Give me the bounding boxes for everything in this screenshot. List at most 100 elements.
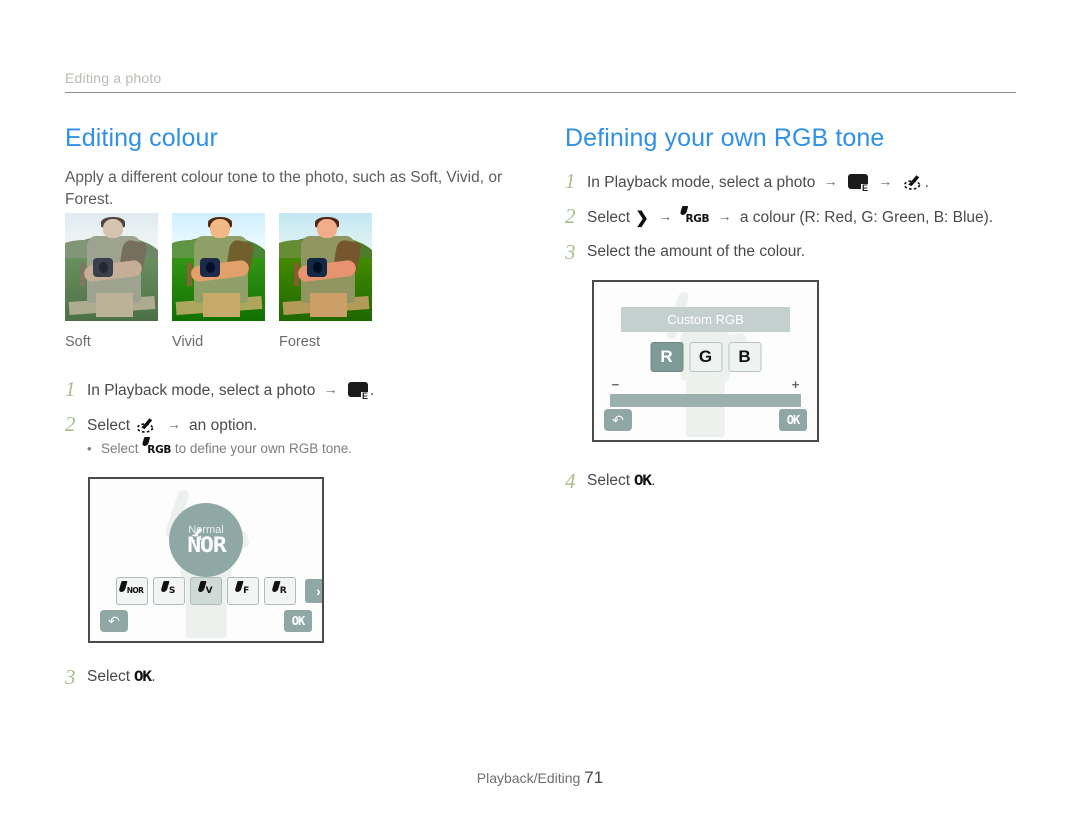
step-text: Select → an option. [87, 413, 257, 437]
step-item: 4 Select OK. [565, 470, 965, 492]
breadcrumb: Editing a photo [65, 70, 162, 86]
step-text-part: Select [587, 209, 631, 226]
ok-token-icon: OK [134, 669, 152, 685]
channel-button-b[interactable]: B [728, 342, 761, 373]
option-label: S [162, 586, 175, 596]
ok-token-icon: OK [634, 473, 652, 489]
document-page: Editing a photo Editing colour Apply a d… [0, 0, 1080, 815]
step-text-part: In Playback mode, select a photo [87, 382, 316, 399]
step-number: 2 [65, 412, 76, 436]
step-text-part: Select [87, 668, 131, 685]
step-text-part: In Playback mode, select a photo [587, 174, 816, 191]
edit-mode-icon [347, 382, 369, 401]
page-footer: Playback/Editing 71 [0, 768, 1080, 788]
slider-endpoints: − + [610, 377, 802, 394]
substep-item: • Select RGB to define your own RGB tone… [87, 439, 525, 460]
mode-badge-code: NOR [186, 533, 227, 558]
sample-photo-forest: Forest [279, 213, 372, 350]
option-button-r[interactable]: R [263, 577, 296, 606]
sample-photo-vivid: Vivid [172, 213, 265, 350]
edit-mode-icon [847, 174, 869, 193]
right-arrow-icon: → [878, 173, 893, 189]
step-text: In Playback mode, select a photo → . [87, 378, 374, 402]
minus-icon[interactable]: − [612, 377, 620, 392]
option-label: NOR [120, 586, 144, 596]
chevron-right-icon: ❯ [635, 210, 649, 227]
back-button[interactable]: ↶ [604, 409, 632, 431]
channel-button-r[interactable]: R [650, 342, 683, 373]
amount-slider[interactable]: − + [609, 377, 802, 407]
step-item: 1 In Playback mode, select a photo → . [65, 378, 525, 402]
step-text-part: Select [87, 417, 131, 434]
camera-screen-custom-rgb[interactable]: Custom RGB R G B − + ↶ OK [592, 280, 819, 442]
step-text-part: . [151, 668, 156, 685]
right-arrow-icon: → [658, 208, 673, 224]
step-item: 3 Select OK. [65, 666, 465, 688]
brush-palette-icon [903, 174, 923, 190]
step-text: Select OK. [587, 470, 656, 492]
option-button-f[interactable]: F [226, 577, 259, 606]
header-divider [65, 92, 1016, 93]
step-item: 2 Select → an option. [65, 413, 525, 437]
right-arrow-icon: → [166, 416, 181, 432]
photo-thumbnail [172, 213, 265, 321]
step-text-part: an option. [189, 417, 258, 434]
custom-rgb-title: Custom RGB [620, 307, 791, 333]
right-column: Defining your own RGB tone [565, 124, 1035, 167]
step-text: Select OK. [87, 666, 156, 688]
substep-text: Select RGB to define your own RGB tone. [101, 439, 352, 460]
plus-icon[interactable]: + [792, 377, 800, 392]
option-label: F [236, 586, 249, 596]
colour-option-row: NOR S V F R › [115, 577, 322, 606]
channel-button-g[interactable]: G [689, 342, 722, 373]
photo-thumbnail [65, 213, 158, 321]
option-button-s[interactable]: S [152, 577, 185, 606]
photo-caption: Soft [65, 334, 91, 350]
rgb-icon: RGB [680, 213, 709, 225]
step-number: 4 [565, 469, 576, 493]
step-number: 2 [565, 204, 576, 228]
next-page-arrow-button[interactable]: › [304, 579, 322, 604]
sample-photo-gallery: Soft Vivid Forest [65, 213, 372, 350]
step-text: In Playback mode, select a photo → → . [587, 170, 929, 194]
footer-section-label: Playback/Editing [476, 770, 581, 786]
slider-track[interactable] [609, 393, 802, 407]
sample-photo-soft: Soft [65, 213, 158, 350]
bullet-icon: • [87, 441, 92, 456]
substep-text-part: Select [101, 441, 139, 456]
ok-button[interactable]: OK [779, 409, 807, 431]
option-button-v[interactable]: V [189, 577, 222, 606]
ok-button[interactable]: OK [284, 610, 312, 632]
rgb-channel-row: R G B [650, 342, 761, 373]
step-text-part: . [924, 174, 929, 191]
step-text: Select ❯ → RGB → a colour (R: Red, G: Gr… [587, 205, 993, 230]
option-button-nor[interactable]: NOR [115, 577, 148, 606]
rgb-icon: RGB [142, 444, 171, 456]
photo-caption: Forest [279, 334, 321, 350]
substep-text-part: to define your own RGB tone. [174, 441, 352, 456]
left-column: Editing colour Apply a different colour … [65, 124, 535, 211]
right-arrow-icon: → [823, 173, 838, 189]
right-steps-list: 1 In Playback mode, select a photo → → .… [565, 170, 1035, 274]
right-final-step: 4 Select OK. [565, 470, 965, 503]
step-text-part: a colour (R: Red, G: Green, B: Blue). [739, 209, 994, 226]
back-button[interactable]: ↶ [100, 610, 128, 632]
camera-screen-canvas: Normal NOR NOR S V F R › ↶ OK [90, 479, 322, 641]
step-item: 2 Select ❯ → RGB → a colour (R: Red, G: … [565, 205, 1035, 230]
camera-screen-canvas: Custom RGB R G B − + ↶ OK [594, 282, 817, 440]
option-label: V [199, 586, 213, 596]
step-text-part: . [651, 472, 656, 489]
left-intro-text: Apply a different colour tone to the pho… [65, 169, 503, 208]
step-item: 3 Select the amount of the colour. [565, 241, 1035, 263]
camera-screen-colour-options[interactable]: Normal NOR NOR S V F R › ↶ OK [88, 477, 324, 643]
step-text-part: Select [587, 472, 631, 489]
brush-palette-icon [136, 417, 156, 433]
left-final-step: 3 Select OK. [65, 666, 465, 699]
step-number: 3 [565, 240, 576, 264]
left-steps-list: 1 In Playback mode, select a photo → . 2… [65, 378, 525, 460]
mode-badge-normal: Normal NOR [169, 503, 243, 578]
right-arrow-icon: → [717, 208, 732, 224]
option-label: R [273, 586, 287, 596]
step-text-part: . [369, 382, 375, 399]
step-number: 1 [565, 169, 576, 193]
